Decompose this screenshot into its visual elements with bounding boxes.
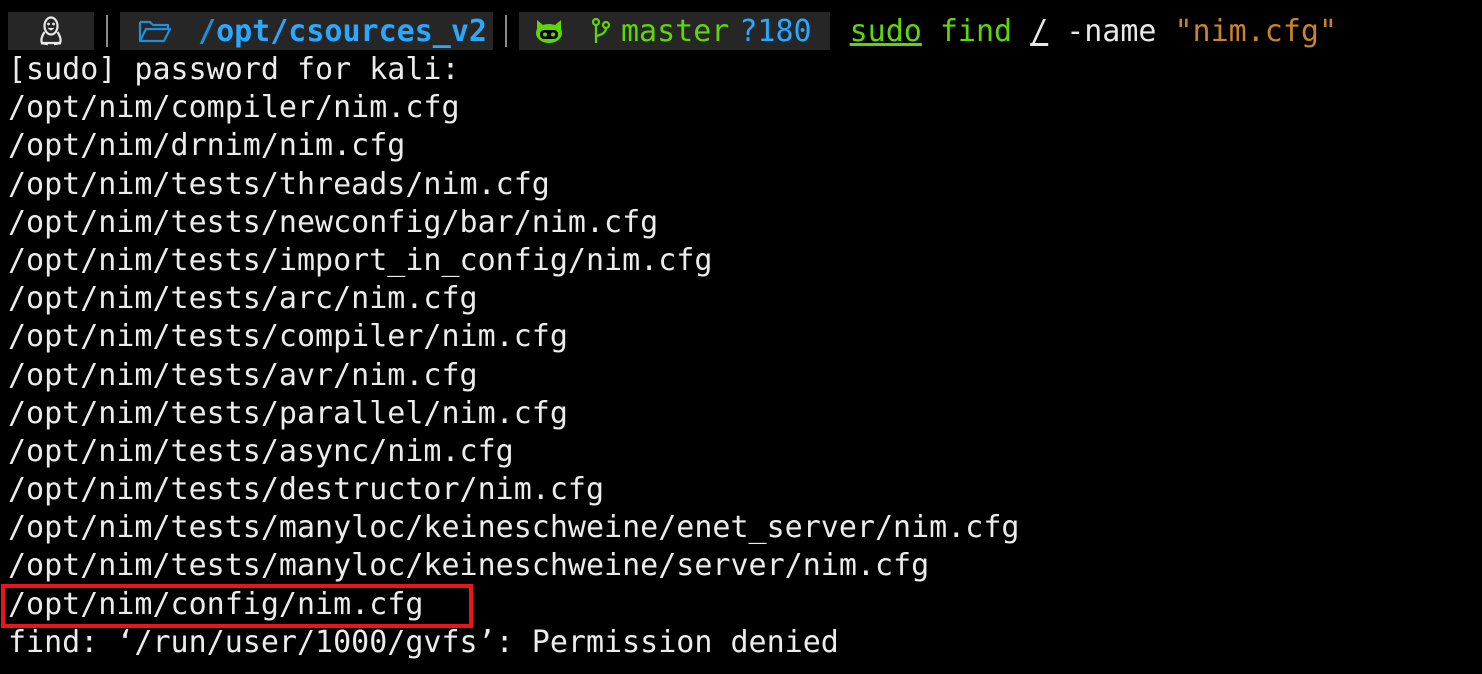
output-line: /opt/nim/tests/manyloc/keineschweine/ene… xyxy=(8,510,1020,546)
command-sudo: sudo xyxy=(849,13,922,49)
git-branch-name: master xyxy=(621,13,730,49)
output-line: /opt/nim/tests/destructor/nim.cfg xyxy=(8,472,605,508)
output-line: /opt/nim/drnim/nim.cfg xyxy=(8,128,406,164)
shell-prompt: / opt/csources_v2 master ?180 sudo find … xyxy=(8,12,1337,50)
linux-tux-icon xyxy=(38,16,64,46)
directory-root: / xyxy=(198,13,217,49)
highlight-annotation-box xyxy=(1,584,473,628)
output-line: /opt/nim/tests/async/nim.cfg xyxy=(8,433,514,469)
command-output: [sudo] password for kali: /opt/nim/compi… xyxy=(8,51,1019,662)
output-line: find: ‘/run/user/1000/gvfs’: Permission … xyxy=(8,624,839,660)
os-segment xyxy=(8,12,94,50)
github-icon xyxy=(533,17,565,45)
output-line: /opt/nim/tests/arc/nim.cfg xyxy=(8,281,478,317)
segment-separator xyxy=(505,15,507,47)
output-line: /opt/nim/tests/manyloc/keineschweine/ser… xyxy=(8,548,930,584)
output-line: /opt/nim/compiler/nim.cfg xyxy=(8,90,460,126)
output-line: /opt/nim/tests/compiler/nim.cfg xyxy=(8,319,568,355)
output-line: /opt/nim/tests/threads/nim.cfg xyxy=(8,166,550,202)
git-branch-icon xyxy=(591,17,611,45)
directory-segment: / opt/csources_v2 xyxy=(120,12,493,50)
output-line: [sudo] password for kali: xyxy=(8,52,460,87)
command-path-arg: / xyxy=(1030,13,1049,49)
terminal-window[interactable]: / opt/csources_v2 master ?180 sudo find … xyxy=(0,0,1482,674)
command-flag: -name xyxy=(1066,13,1157,49)
git-untracked-count: ?180 xyxy=(739,13,812,49)
segment-separator xyxy=(106,15,108,47)
output-line: /opt/nim/tests/parallel/nim.cfg xyxy=(8,395,568,431)
folder-icon xyxy=(138,18,172,44)
git-segment: master ?180 xyxy=(519,12,830,50)
command-find: find xyxy=(939,13,1013,49)
current-directory: opt/csources_v2 xyxy=(216,13,487,49)
command-pattern-arg: "nim.cfg" xyxy=(1174,13,1338,49)
output-line: /opt/nim/tests/newconfig/bar/nim.cfg xyxy=(8,204,659,240)
output-line: /opt/nim/tests/avr/nim.cfg xyxy=(8,357,478,393)
output-line: /opt/nim/tests/import_in_config/nim.cfg xyxy=(8,242,713,278)
command-line[interactable]: sudo find / -name "nim.cfg" xyxy=(830,12,1337,50)
